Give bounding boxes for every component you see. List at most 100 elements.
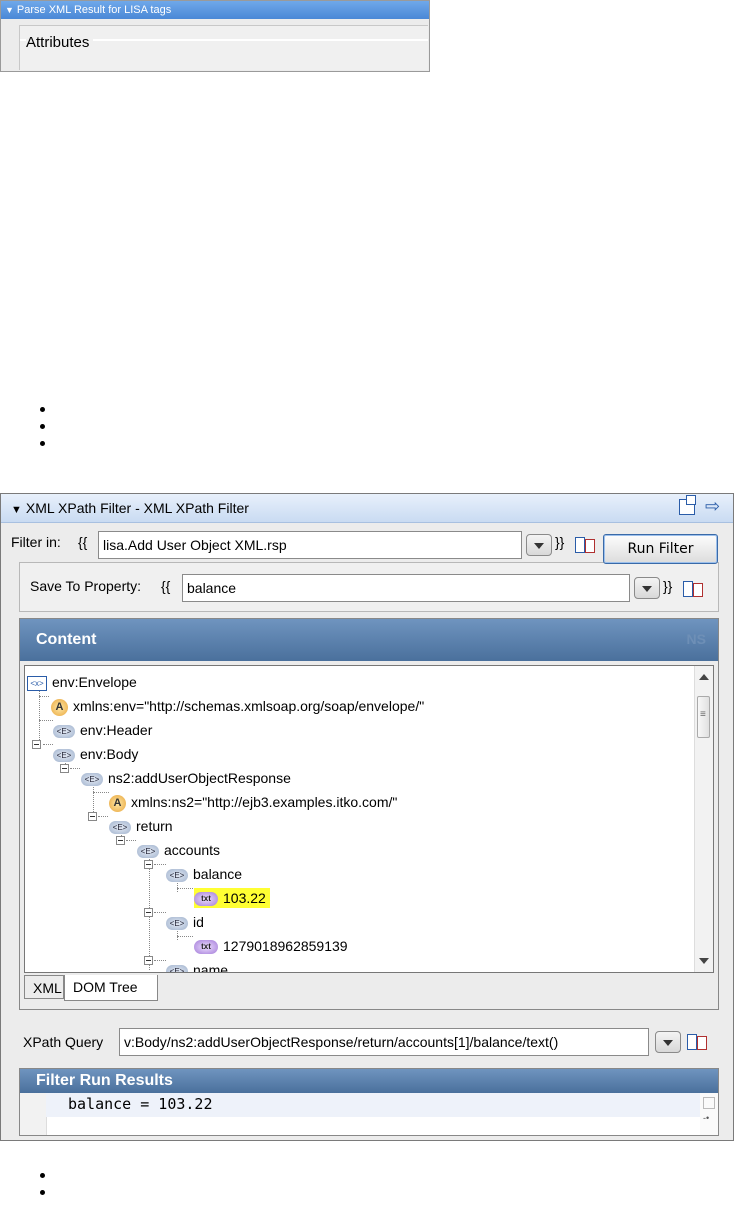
tree-node-label: id [193,914,204,930]
tree-connector [93,792,109,793]
tree-connector [70,768,80,769]
attribute-icon: A [109,794,126,812]
tree-connector [43,744,53,745]
undock-icon[interactable] [679,495,696,515]
tab-dom-tree[interactable]: DOM Tree [64,975,158,1001]
bullet-point [40,1173,45,1178]
tree-connector [154,960,166,961]
tree-connector [177,888,193,889]
element-icon: <E> [166,916,188,930]
collapse-toggle[interactable] [116,836,125,845]
tree-connector [98,816,108,817]
open-braces: {{ [161,578,171,594]
parse-xml-panel-header[interactable]: ▼ Parse XML Result for LISA tags [1,1,429,19]
save-to-property-field[interactable]: balance [182,574,630,602]
xpath-filter-panel: ▼ XML XPath Filter - XML XPath Filter ⇨ F… [0,493,734,1141]
xml-root-icon: <x> [27,675,47,691]
parse-xml-panel: ▼ Parse XML Result for LISA tags Attribut… [0,0,430,72]
tree-node-label: xmlns:env="http://schemas.xmlsoap.org/so… [73,698,425,714]
attribute-icon: A [51,698,68,716]
collapse-triangle-icon[interactable]: ▼ [11,504,22,516]
tree-node-label: return [136,818,173,834]
marker-icon: -• [703,1113,710,1123]
collapse-toggle[interactable] [60,764,69,773]
tree-node-label: env:Body [80,746,139,762]
run-filter-button[interactable]: Run Filter [603,534,718,564]
content-title: Content [36,631,97,648]
scroll-down-icon[interactable] [699,958,709,964]
xpath-query-dropdown-button[interactable] [655,1031,681,1053]
tree-node-id[interactable]: <E> id [166,912,204,932]
element-icon: <E> [137,844,159,858]
scroll-thumb[interactable] [697,696,710,738]
filter-run-results: Filter Run Results balance = 103.22 -• [19,1068,719,1136]
filter-run-results-title: Filter Run Results [20,1069,718,1093]
tree-node-name[interactable]: <E> name [166,960,228,972]
xpath-filter-header[interactable]: ▼ XML XPath Filter - XML XPath Filter ⇨ [1,494,733,523]
property-icon[interactable] [683,581,703,597]
save-to-property-dropdown-button[interactable] [634,577,660,599]
tree-scrollbar[interactable] [694,666,713,972]
tree-node-id-value[interactable]: txt 1279018962859139 [194,936,348,956]
element-icon: <E> [81,772,103,786]
xpath-query-field[interactable]: v:Body/ns2:addUserObjectResponse/return/… [119,1028,649,1056]
tree-node-add-user-object-response[interactable]: <E> ns2:addUserObjectResponse [81,768,291,788]
element-icon: <E> [166,964,188,972]
tree-node-label: ns2:addUserObjectResponse [108,770,291,786]
filter-in-dropdown-button[interactable] [526,534,552,556]
result-text: balance = 103.22 [68,1095,213,1113]
filter-in-label: Filter in: [11,534,61,550]
tree-node-xmlns-ns2[interactable]: Axmlns:ns2="http://ejb3.examples.itko.co… [109,792,397,812]
tree-node-env-body[interactable]: <E> env:Body [53,744,138,764]
parse-xml-panel-title: Parse XML Result for LISA tags [16,4,172,16]
arrow-right-icon[interactable]: ⇨ [705,496,720,517]
tree-connector [126,840,136,841]
dom-tree[interactable]: <x> env:Envelope Axmlns:env="http://schem… [24,665,714,973]
attributes-group: Attributes [19,25,428,70]
collapse-triangle-icon[interactable]: ▼ [5,5,14,15]
results-side-bar: -• [700,1093,718,1135]
collapse-toggle[interactable] [32,740,41,749]
element-icon: <E> [53,724,75,738]
tree-connector [154,864,166,865]
tree-node-xmlns-env[interactable]: Axmlns:env="http://schemas.xmlsoap.org/s… [51,696,424,716]
xpath-filter-title: XML XPath Filter - XML XPath Filter [25,500,249,516]
collapse-toggle[interactable] [144,956,153,965]
bullet-point [40,441,45,446]
xpath-query-row: XPath Query v:Body/ns2:addUserObjectResp… [19,1026,719,1058]
content-panel: Content NS <x> env:Envelope A xmlns:env=… [19,618,719,1010]
tree-node-label: accounts [164,842,221,858]
tree-connector [39,720,53,721]
tree-node-label: xmlns:ns2="http://ejb3.examples.itko.com… [131,794,398,810]
tab-xml[interactable]: XML [24,975,64,999]
close-braces: }} [663,578,673,594]
tree-connector [177,936,193,937]
tree-node-label: 103.22 [223,890,266,906]
text-node-icon: txt [194,892,218,907]
tree-node-return[interactable]: <E> return [109,816,173,836]
tree-connector [39,684,40,746]
attributes-label: Attributes [26,34,94,51]
tree-node-balance[interactable]: <E> balance [166,864,242,884]
tree-node-balance-value[interactable]: txt 103.22 [194,888,270,908]
element-icon: <E> [109,820,131,834]
tree-node-label: env:Envelope [52,674,137,690]
tree-node-label: env:Header [80,722,153,738]
collapse-toggle[interactable] [88,812,97,821]
tree-node-env-envelope[interactable]: <x> env:Envelope [27,672,137,692]
xpath-query-label: XPath Query [23,1034,104,1050]
ns-label[interactable]: NS [687,631,706,647]
filter-in-field[interactable]: lisa.Add User Object XML.rsp [98,531,522,559]
property-icon[interactable] [687,1034,707,1050]
bullet-point [40,1190,45,1195]
tree-connector [39,696,49,697]
collapse-toggle[interactable] [144,860,153,869]
checkbox[interactable] [703,1097,715,1109]
property-icon[interactable] [575,537,595,553]
tree-node-accounts[interactable]: <E> accounts [137,840,220,860]
tree-node-env-header[interactable]: <E> env:Header [53,720,152,740]
collapse-toggle[interactable] [144,908,153,917]
bullet-point [40,424,45,429]
content-header: Content NS [20,619,718,661]
scroll-up-icon[interactable] [699,674,709,680]
